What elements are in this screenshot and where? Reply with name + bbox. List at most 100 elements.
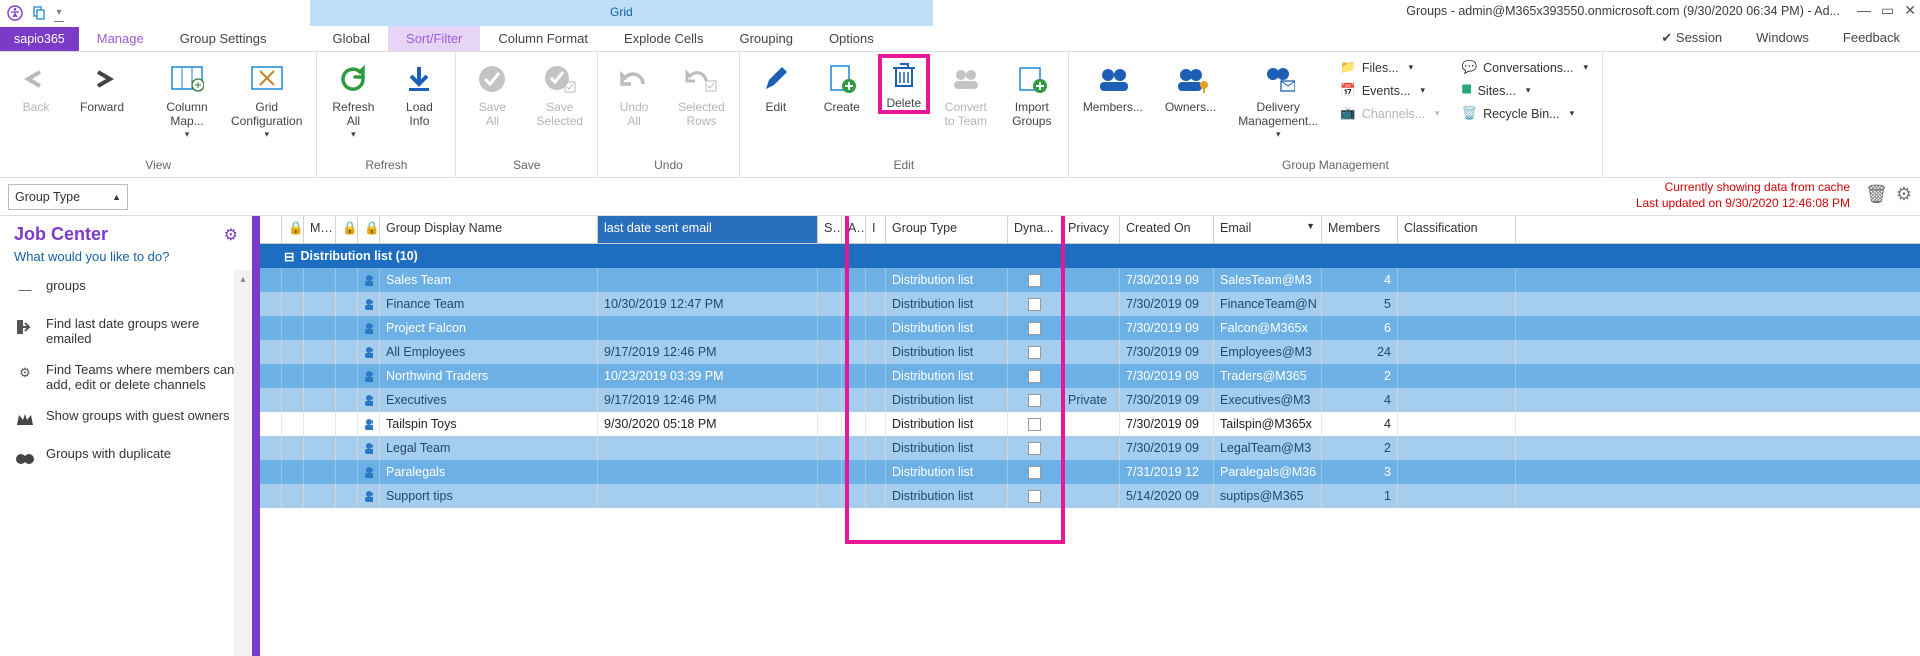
column-header[interactable]: Dyna... [1008,216,1062,243]
feedback-menu[interactable]: Feedback [1843,30,1900,46]
column-header[interactable]: Created On [1120,216,1214,243]
job-center-subtitle: What would you like to do? [0,249,252,270]
tab-grouping[interactable]: Grouping [721,26,810,51]
column-header[interactable]: Members [1322,216,1398,243]
tab-manage[interactable]: Manage [79,26,162,51]
tab-group-settings[interactable]: Group Settings [162,26,285,51]
trash-toolbar-icon[interactable]: 🗑 [1865,184,1888,205]
save-selected-button[interactable]: SaveSelected [532,58,587,129]
column-header[interactable]: A... [842,216,866,243]
column-map-button[interactable]: ColumnMap...▾ [161,58,213,140]
refresh-all-button[interactable]: RefreshAll▾ [327,58,379,140]
recycle-button[interactable]: 🗑️Recycle Bin... ▾ [1458,104,1592,123]
column-header[interactable]: 🔒 [358,216,380,243]
session-menu[interactable]: ✔ Session [1661,30,1722,46]
jc-item[interactable]: —groups [0,270,252,308]
table-row[interactable]: Northwind Traders10/23/2019 03:39 PMDist… [260,364,1920,388]
column-header[interactable]: 🔒 [282,216,304,243]
edit-button[interactable]: Edit [750,58,802,114]
delivery-button[interactable]: DeliveryManagement...▾ [1234,58,1322,140]
owners-button[interactable]: Owners... [1161,58,1220,114]
tab-sort-filter[interactable]: Sort/Filter [388,26,480,51]
tab-options[interactable]: Options [811,26,892,51]
table-row[interactable]: Legal TeamDistribution list7/30/2019 09L… [260,436,1920,460]
table-row[interactable]: Executives9/17/2019 12:46 PMDistribution… [260,388,1920,412]
jc-scrollbar[interactable]: ▴ [234,270,252,656]
accessibility-icon[interactable] [6,4,24,22]
conversations-button[interactable]: 💬Conversations... ▾ [1458,58,1592,77]
table-row[interactable]: Project FalconDistribution list7/30/2019… [260,316,1920,340]
job-center-title: Job Center [14,224,108,245]
ribbon-tabs: sapio365 Manage Group Settings Global So… [0,26,1920,52]
table-row[interactable]: Sales TeamDistribution list7/30/2019 09S… [260,268,1920,292]
tab-column-format[interactable]: Column Format [480,26,606,51]
column-header[interactable]: Privacy [1062,216,1120,243]
jc-item[interactable]: Find last date groups were emailed [0,308,252,354]
group-row[interactable]: ⊟Distribution list (10) [260,244,1920,268]
undo-selected-button[interactable]: SelectedRows [674,58,729,129]
save-all-button[interactable]: SaveAll [466,58,518,129]
jc-item[interactable]: ⚙Find Teams where members can add, edit … [0,354,252,400]
copy-icon[interactable] [30,4,48,22]
grid-icon [170,62,204,96]
events-button[interactable]: 📅Events... ▾ [1336,81,1443,100]
undo-icon [617,62,651,96]
users-key-icon [1174,62,1208,96]
column-header[interactable]: I [866,216,886,243]
arrow-left-icon [19,62,53,96]
channel-icon: 📺 [1340,106,1356,121]
groupby-combo[interactable]: Group Type▲ [8,184,128,210]
close-button[interactable]: ✕ [1904,2,1916,19]
jc-item[interactable]: Groups with duplicate [0,438,252,476]
tab-explode-cells[interactable]: Explode Cells [606,26,722,51]
app-button[interactable]: sapio365 [0,27,79,51]
convert-to-team-button[interactable]: Convertto Team [940,58,992,129]
grid-config-button[interactable]: GridConfiguration▾ [227,58,306,140]
jc-gear-icon[interactable]: ⚙ [224,225,238,245]
maximize-button[interactable]: ▭ [1881,2,1894,19]
column-header[interactable]: last date sent email [598,216,818,243]
group-title-refresh: Refresh [327,158,445,175]
create-button[interactable]: Create [816,58,868,114]
column-header[interactable]: Email ▼ [1214,216,1322,243]
load-info-button[interactable]: LoadInfo [393,58,445,129]
window-title: Groups - admin@M365x393550.onmicrosoft.c… [1406,4,1840,18]
group-icon: — [14,278,36,300]
recycle-icon: 🗑️ [1462,106,1478,121]
column-header[interactable] [260,216,282,243]
forward-button[interactable]: Forward [76,58,128,114]
undo-all-button[interactable]: UndoAll [608,58,660,129]
column-header[interactable]: 🔒 [336,216,358,243]
job-center-panel: Job Center ⚙ What would you like to do? … [0,216,260,656]
import-groups-button[interactable]: ImportGroups [1006,58,1058,129]
arrow-out-icon [14,316,36,338]
table-row[interactable]: Support tipsDistribution list5/14/2020 0… [260,484,1920,508]
column-header[interactable]: Classification [1398,216,1516,243]
jc-item[interactable]: Show groups with guest owners [0,400,252,438]
back-button[interactable]: Back [10,58,62,114]
column-header[interactable]: Group Display Name [380,216,598,243]
channels-button[interactable]: 📺Channels... ▾ [1336,104,1443,123]
column-header[interactable]: Group Type [886,216,1008,243]
crown-icon [14,408,36,430]
qat-dropdown-icon[interactable]: ▾ [54,4,64,22]
contextual-tab-grid[interactable]: Grid [310,0,933,26]
table-row[interactable]: Tailspin Toys9/30/2020 05:18 PMDistribut… [260,412,1920,436]
job-center-list: —groups Find last date groups were email… [0,270,252,656]
delete-button[interactable]: Delete [878,54,930,114]
check-circle-icon [475,62,509,96]
tab-global[interactable]: Global [314,26,388,51]
files-button[interactable]: 📁Files... ▾ [1336,58,1443,77]
table-row[interactable]: All Employees9/17/2019 12:46 PMDistribut… [260,340,1920,364]
members-button[interactable]: Members... [1079,58,1147,114]
group-title-mgmt: Group Management [1079,158,1592,175]
minimize-button[interactable]: — [1857,2,1871,19]
column-header[interactable]: M... [304,216,336,243]
table-row[interactable]: Finance Team10/30/2019 12:47 PMDistribut… [260,292,1920,316]
column-header[interactable]: S... [818,216,842,243]
sites-button[interactable]: ⯀Sites... ▾ [1458,81,1592,100]
gear-icon[interactable]: ⚙ [1896,184,1912,205]
windows-menu[interactable]: Windows [1756,30,1809,46]
table-row[interactable]: ParalegalsDistribution list7/31/2019 12P… [260,460,1920,484]
grid-body: Sales TeamDistribution list7/30/2019 09S… [260,268,1920,508]
